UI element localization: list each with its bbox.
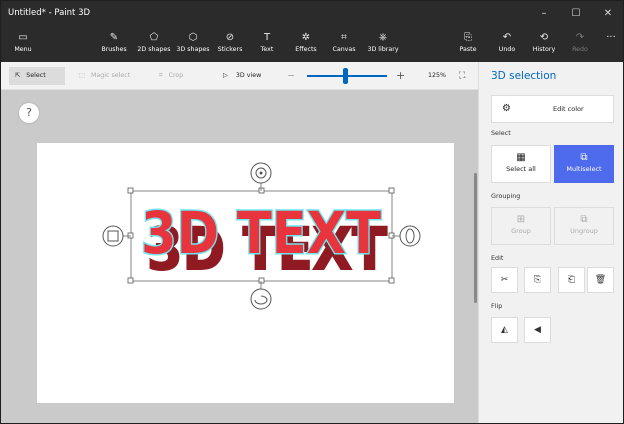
rotate-x-handle[interactable]	[250, 162, 272, 184]
group-label: Group	[511, 227, 531, 235]
edit-color-label: Edit color	[553, 105, 584, 113]
depth-handle[interactable]	[102, 225, 124, 247]
edit-section-label: Edit	[491, 254, 504, 262]
resize-handle[interactable]	[127, 277, 134, 284]
select-all-label: Select all	[506, 165, 536, 173]
select-all-icon: ▦	[516, 152, 526, 163]
multiselect-icon: ⧉	[580, 152, 588, 163]
palette-icon: ⚙	[502, 103, 511, 114]
grouping-section-label: Grouping	[491, 192, 521, 200]
3d-text-face: 3D TEXT	[141, 199, 381, 267]
edit-color-button[interactable]: ⚙ Edit color	[491, 95, 614, 123]
group-button[interactable]: ⊞ Group	[491, 207, 551, 245]
flip-vertical-icon: ◀	[534, 325, 541, 335]
resize-handle[interactable]	[127, 232, 134, 239]
panel-title: 3D selection	[491, 70, 557, 82]
scissors-icon: ✂	[500, 275, 509, 285]
flip-horizontal-icon: ◭	[501, 325, 508, 335]
trash-icon: 🗑	[594, 275, 607, 285]
3d-text-object[interactable]: 3D TEXT 3D TEXT	[140, 198, 389, 285]
paste-edit-button[interactable]: ⎗	[558, 267, 585, 293]
resize-handle[interactable]	[388, 232, 395, 239]
rotate-z-handle[interactable]	[250, 288, 272, 310]
flip-section-label: Flip	[491, 302, 503, 310]
rotate-y-handle[interactable]	[399, 225, 421, 247]
ungroup-icon: ⧉	[580, 214, 588, 225]
flip-vertical-button[interactable]: ◀	[524, 317, 551, 343]
ungroup-label: Ungroup	[570, 227, 598, 235]
flip-horizontal-button[interactable]: ◭	[491, 317, 518, 343]
resize-handle[interactable]	[258, 187, 265, 194]
group-icon: ⊞	[516, 214, 526, 225]
multiselect-button[interactable]: ⧉ Multiselect	[554, 145, 614, 183]
select-all-button[interactable]: ▦ Select all	[491, 145, 551, 183]
resize-handle[interactable]	[388, 277, 395, 284]
resize-handle[interactable]	[127, 187, 134, 194]
multiselect-label: Multiselect	[566, 165, 602, 173]
ungroup-button[interactable]: ⧉ Ungroup	[554, 207, 614, 245]
delete-button[interactable]: 🗑	[587, 267, 614, 293]
paste-icon: ⎗	[567, 275, 576, 285]
3d-selection-panel: 3D selection ⚙ Edit color Select ▦ Selec…	[478, 62, 623, 423]
paint3d-window: Untitled* - Paint 3D – ☐ ✕ ▭ Menu ✎ Brus…	[0, 0, 624, 424]
resize-handle[interactable]	[388, 187, 395, 194]
select-section-label: Select	[491, 129, 511, 137]
copy-button[interactable]: ⎘	[524, 267, 551, 293]
cut-button[interactable]: ✂	[491, 267, 518, 293]
copy-icon: ⎘	[533, 275, 542, 285]
